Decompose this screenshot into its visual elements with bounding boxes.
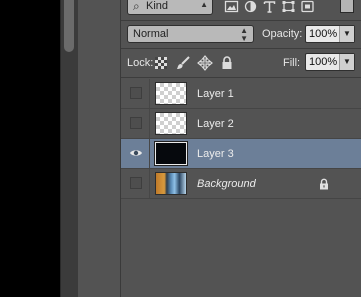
type-filter-icon[interactable] — [262, 0, 277, 14]
layer-filter-bar: ⌕ Kind ▲ — [121, 0, 361, 19]
layer-thumbnail[interactable] — [155, 172, 187, 195]
divider — [121, 48, 361, 49]
layer-row-layer-2[interactable]: Layer 2 — [121, 109, 361, 139]
fill-label: Fill: — [283, 57, 301, 69]
panel-gutter — [78, 0, 121, 297]
layer-thumbnail[interactable] — [154, 141, 188, 166]
fill-field[interactable]: 100% ▼ — [305, 53, 355, 71]
image-filter-icon[interactable] — [224, 0, 239, 14]
lock-label: Lock: — [127, 57, 154, 69]
fill-value: 100% — [309, 56, 338, 68]
opacity-label: Opacity: — [262, 28, 303, 40]
chevron-down-icon[interactable]: ▼ — [339, 26, 354, 42]
layers-panel: ⌕ Kind ▲ Normal ▲ ▼ Opacity: 100% ▼ Lock… — [121, 0, 361, 297]
blend-mode-select[interactable]: Normal ▲ ▼ — [127, 25, 254, 43]
filter-toggle-switch[interactable] — [340, 0, 354, 13]
lock-icon — [318, 178, 330, 190]
layer-thumbnail[interactable] — [155, 82, 187, 105]
layer-name[interactable]: Layer 1 — [197, 88, 234, 100]
layer-name[interactable]: Layer 2 — [197, 118, 234, 130]
lock-transparent-pixels-icon[interactable] — [153, 55, 169, 71]
divider — [149, 79, 150, 108]
layer-row-layer-3[interactable]: Layer 3 — [121, 139, 361, 169]
chevron-down-icon[interactable]: ▼ — [339, 54, 354, 70]
adjustment-filter-icon[interactable] — [243, 0, 258, 14]
lock-row: Lock: Fill: 100% ▼ — [121, 52, 361, 74]
divider — [121, 20, 361, 21]
layers-list: Layer 1 Layer 2 Layer 3 Background — [121, 79, 361, 199]
divider — [149, 169, 150, 198]
visibility-toggle[interactable] — [130, 177, 142, 189]
layer-row-background[interactable]: Background — [121, 169, 361, 199]
opacity-value: 100% — [309, 28, 338, 40]
search-icon: ⌕ — [133, 0, 140, 13]
layers-list-empty-area[interactable] — [121, 199, 361, 297]
layer-name[interactable]: Background — [197, 178, 256, 190]
filter-kind-select[interactable]: ⌕ Kind ▲ — [127, 0, 213, 15]
layer-thumbnail[interactable] — [155, 112, 187, 135]
updown-arrows-icon: ▲ — [200, 0, 208, 9]
scrollbar-thumb[interactable] — [64, 0, 74, 52]
visibility-toggle[interactable] — [130, 87, 142, 99]
blend-mode-value: Normal — [133, 28, 169, 40]
lock-all-icon[interactable] — [219, 55, 235, 71]
shape-filter-icon[interactable] — [281, 0, 296, 14]
canvas-area[interactable] — [0, 0, 60, 297]
smart-object-filter-icon[interactable] — [300, 0, 315, 14]
lock-image-pixels-icon[interactable] — [175, 55, 191, 71]
layer-name[interactable]: Layer 3 — [197, 148, 234, 160]
lock-position-icon[interactable] — [197, 55, 213, 71]
divider — [149, 109, 150, 138]
visibility-toggle[interactable] — [130, 117, 142, 129]
divider — [121, 77, 361, 78]
filter-kind-label: Kind — [146, 0, 169, 12]
opacity-field[interactable]: 100% ▼ — [305, 25, 355, 43]
photoshop-layers-panel-view: ⌕ Kind ▲ Normal ▲ ▼ Opacity: 100% ▼ Lock… — [0, 0, 361, 297]
divider — [149, 139, 150, 168]
blend-row: Normal ▲ ▼ Opacity: 100% ▼ — [121, 24, 361, 46]
layer-row-layer-1[interactable]: Layer 1 — [121, 79, 361, 109]
eye-icon[interactable] — [129, 148, 143, 158]
updown-arrows-icon: ▲ ▼ — [240, 26, 248, 43]
